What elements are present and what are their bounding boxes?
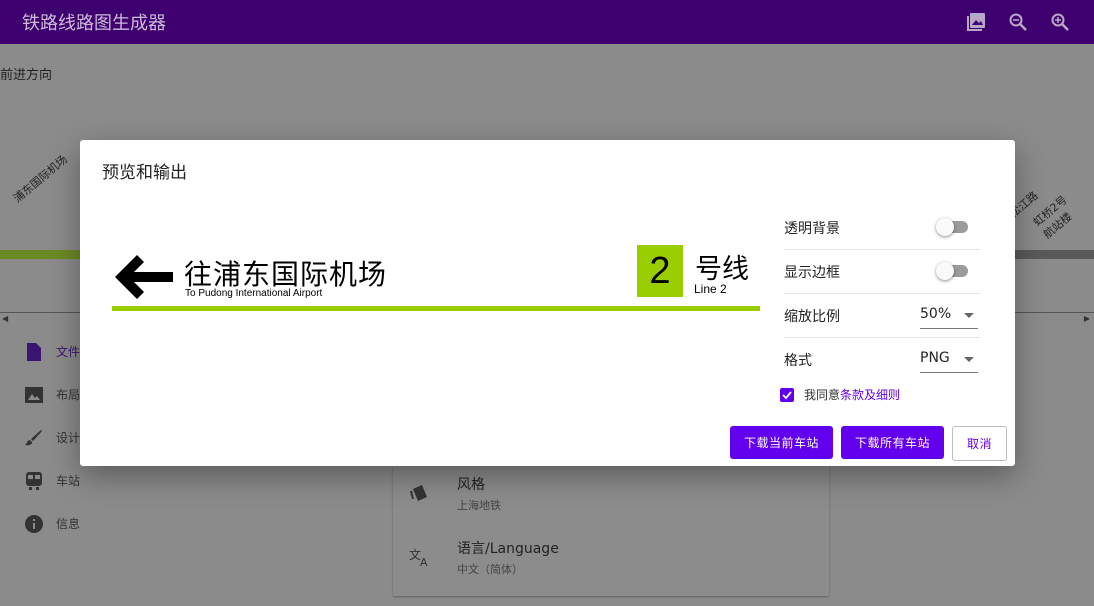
agree-checkbox[interactable] xyxy=(780,387,794,402)
brush-icon xyxy=(24,428,44,448)
line-name-zh: 号线 xyxy=(695,254,749,285)
zoom-in-icon[interactable] xyxy=(1048,10,1072,34)
dialog-title: 预览和输出 xyxy=(102,163,187,183)
app-bar: 铁路线路图生成器 xyxy=(0,0,1094,44)
sign-preview: 往浦东国际机场 To Pudong International Airport … xyxy=(112,240,762,320)
image-icon xyxy=(24,385,44,405)
destination-zh: 往浦东国际机场 xyxy=(184,258,388,291)
line-name-en: Line 2 xyxy=(694,282,727,296)
nav-item-station[interactable]: 车站 xyxy=(24,459,80,502)
option-format: 格式 PNG xyxy=(784,338,980,381)
agree-text: 我同意 xyxy=(804,388,841,402)
file-icon xyxy=(24,342,44,362)
svg-text:A: A xyxy=(420,556,428,567)
train-icon xyxy=(24,471,44,491)
scale-value: 50% xyxy=(920,306,952,322)
dialog-actions: 下载当前车站 下载所有车站 取消 xyxy=(729,426,1007,461)
nav-item-label: 文件 xyxy=(56,345,81,359)
nav-item-label: 信息 xyxy=(56,517,81,531)
toggle-knob xyxy=(936,262,954,280)
destination-en: To Pudong International Airport xyxy=(185,288,323,299)
terms-link[interactable]: 条款及细则 xyxy=(840,386,900,403)
background-track-left xyxy=(0,250,80,259)
option-label: 缩放比例 xyxy=(784,308,840,325)
option-scale: 缩放比例 50% xyxy=(784,294,980,338)
nav-item-layout[interactable]: 布局 xyxy=(24,373,80,416)
nav-item-label: 布局 xyxy=(56,388,81,402)
transparent-bg-toggle[interactable] xyxy=(936,218,968,236)
scroll-left-icon[interactable]: ◀ xyxy=(2,314,8,323)
setting-subtitle: 中文（简体） xyxy=(457,563,523,576)
download-all-button[interactable]: 下载所有车站 xyxy=(840,426,944,459)
nav-item-label: 车站 xyxy=(56,474,81,488)
arrow-left-icon xyxy=(115,254,173,304)
nav-item-info[interactable]: 信息 xyxy=(24,502,80,545)
option-transparent-bg: 透明背景 xyxy=(784,206,980,250)
zoom-out-icon[interactable] xyxy=(1006,10,1030,34)
format-select[interactable]: PNG xyxy=(920,348,978,373)
template-icon[interactable] xyxy=(964,10,988,34)
setting-language[interactable]: 文A 语言/Language 中文（简体） xyxy=(393,530,829,594)
nav-item-design[interactable]: 设计 xyxy=(24,416,80,459)
terms-agreement: 我同意 条款及细则 xyxy=(780,386,900,403)
line-color-bar xyxy=(112,306,760,311)
app-title: 铁路线路图生成器 xyxy=(22,13,166,34)
nav-item-file[interactable]: 文件 xyxy=(24,330,80,373)
side-nav: 文件 布局 设计 车站 信息 xyxy=(24,330,80,545)
style-icon xyxy=(407,478,433,508)
option-label: 显示边框 xyxy=(784,264,840,281)
cancel-button[interactable]: 取消 xyxy=(951,426,1007,461)
setting-style[interactable]: 风格 上海地铁 xyxy=(393,466,829,530)
option-label: 格式 xyxy=(784,352,812,369)
setting-title: 语言/Language xyxy=(457,541,559,557)
translate-icon: 文A xyxy=(407,542,433,572)
option-label: 透明背景 xyxy=(784,220,840,237)
info-icon xyxy=(24,514,44,534)
settings-card: 风格 上海地铁 文A 语言/Language 中文（简体） xyxy=(393,466,829,596)
background-track-right xyxy=(1014,250,1094,259)
line-number-badge: 2 xyxy=(637,245,683,297)
format-value: PNG xyxy=(920,350,950,366)
export-options: 透明背景 显示边框 缩放比例 50% 格式 PNG xyxy=(784,206,980,381)
scale-select[interactable]: 50% xyxy=(920,304,978,329)
nav-item-label: 设计 xyxy=(56,431,81,445)
option-show-border: 显示边框 xyxy=(784,250,980,294)
setting-subtitle: 上海地铁 xyxy=(457,499,501,512)
scroll-right-icon[interactable]: ▶ xyxy=(1084,314,1090,323)
dropdown-caret-icon xyxy=(964,313,974,318)
toggle-knob xyxy=(936,218,954,236)
preview-export-dialog: 预览和输出 往浦东国际机场 To Pudong International Ai… xyxy=(80,140,1015,466)
show-border-toggle[interactable] xyxy=(936,262,968,280)
direction-label: 前进方向 xyxy=(0,68,53,83)
setting-title: 风格 xyxy=(457,477,485,493)
dropdown-caret-icon xyxy=(964,357,974,362)
download-current-button[interactable]: 下载当前车站 xyxy=(729,426,833,459)
app-bar-actions xyxy=(964,10,1072,34)
